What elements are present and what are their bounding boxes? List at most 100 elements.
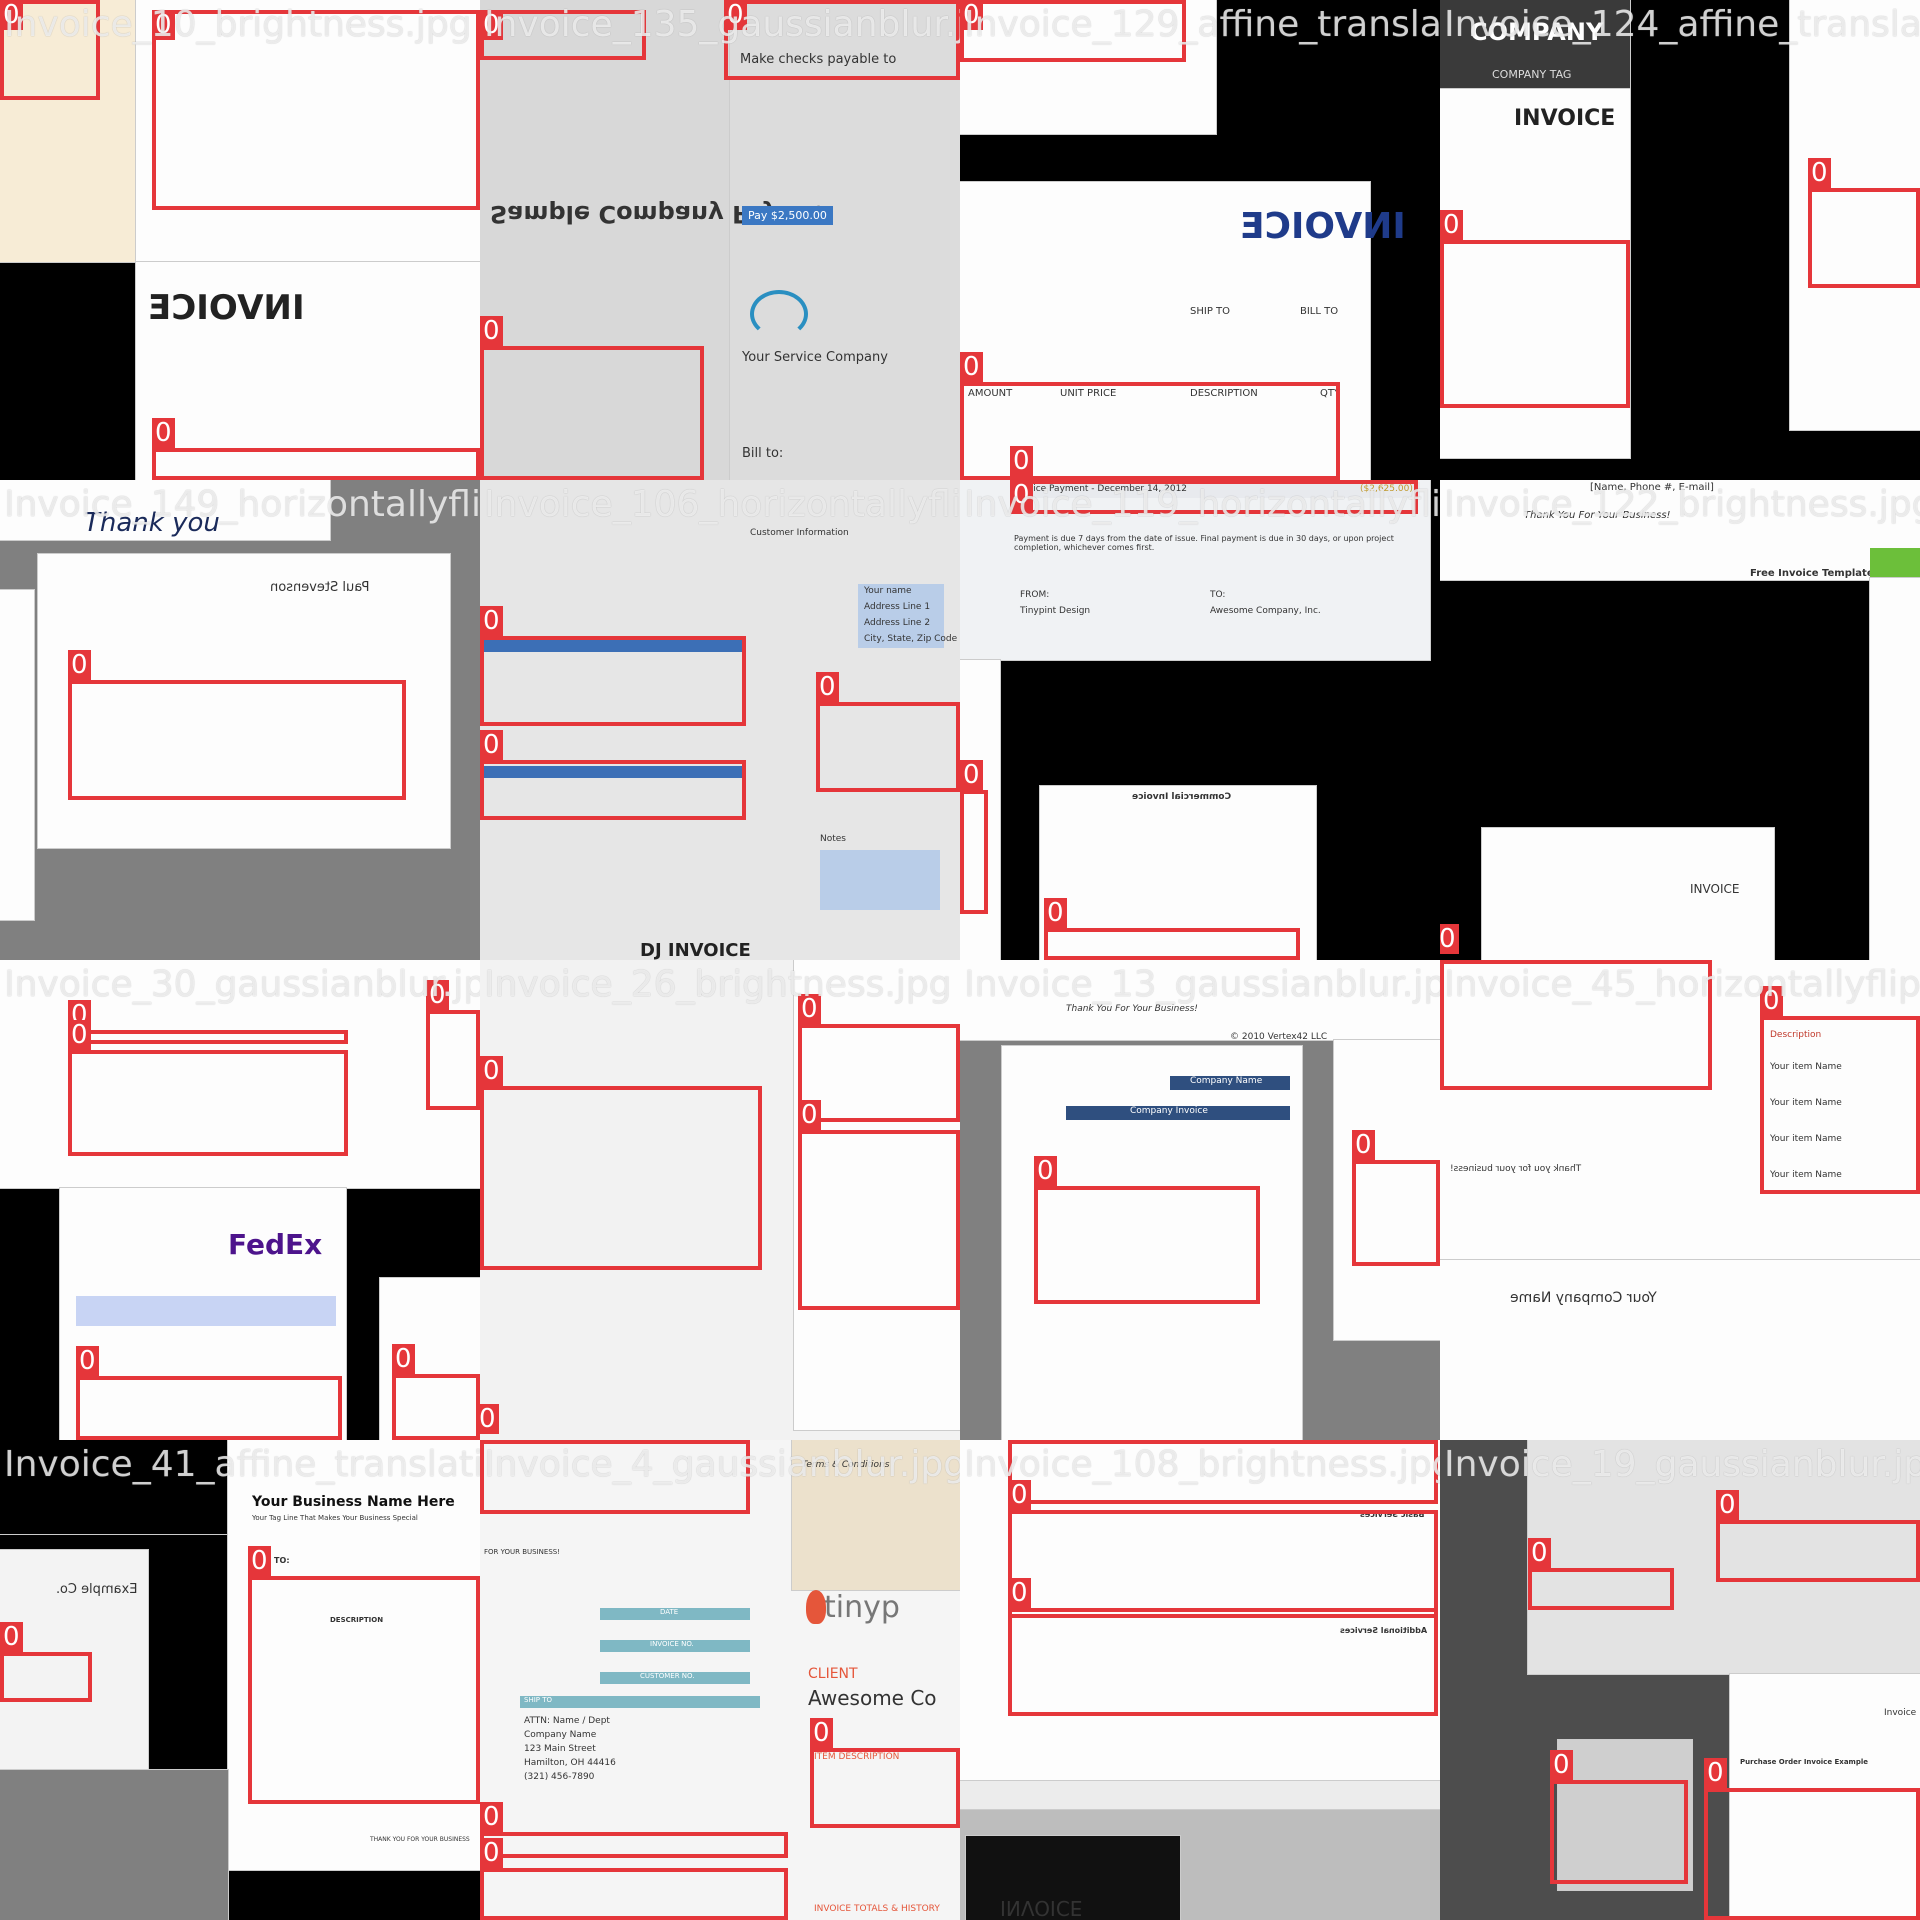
fedex-logo: FedEx: [228, 1228, 323, 1261]
bill-to: BILL TO: [1300, 306, 1339, 317]
box-label: 0: [1528, 1538, 1551, 1568]
box-label: 0: [1008, 1578, 1031, 1608]
from-company: Tinypint Design: [1020, 606, 1091, 616]
your-name: Your name: [864, 586, 912, 596]
box-label: 0: [480, 10, 503, 40]
business-tagline: Your Tag Line That Makes Your Business S…: [252, 1514, 418, 1522]
green-band: [1870, 548, 1920, 578]
contact-placeholder: [Name, Phone #, E-mail]: [1590, 482, 1714, 493]
pay-button[interactable]: Pay $2,500.00: [742, 206, 833, 225]
detection-box: 0: [1716, 1490, 1920, 1582]
box-label: 0: [152, 10, 175, 40]
box-label: 0: [798, 994, 821, 1024]
detection-box: 0: [480, 1440, 750, 1514]
detection-box: 0: [76, 1346, 342, 1440]
detection-box: 0: [724, 0, 960, 80]
box-label: 0: [1440, 210, 1463, 240]
detection-box: 0: [0, 0, 100, 100]
box-label: 0: [960, 352, 983, 382]
detection-box: 0: [426, 980, 480, 1110]
box-label: 0: [392, 1344, 415, 1374]
street: 123 Main Street: [524, 1744, 596, 1754]
box-label: 0: [816, 672, 839, 702]
box-label: 0: [480, 316, 503, 346]
box-label: 0: [810, 1718, 833, 1748]
detection-box: 0: [480, 606, 746, 726]
box-label: 0: [1704, 1758, 1727, 1788]
tile-14: Basic Services Additional Services INVOI…: [960, 1440, 1440, 1920]
box-label: 0: [480, 1802, 503, 1832]
invoice-label: INVOICE: [1690, 882, 1740, 896]
address-line-2: Address Line 2: [864, 618, 931, 628]
bill-to: Bill to:: [742, 446, 784, 461]
notes-block: [820, 850, 940, 910]
to-label: TO:: [1210, 590, 1226, 600]
thank-you-mirrored: Thank you for your business!: [1450, 1164, 1582, 1174]
tile-5: Your name Address Line 1 Address Line 2 …: [480, 480, 960, 960]
box-label: 0: [724, 0, 747, 30]
box-label: 0: [152, 418, 175, 448]
paper: [0, 590, 34, 920]
detection-box: 0: [1440, 210, 1630, 408]
box-label: 0: [248, 1546, 271, 1576]
commercial-invoice: Commercial Invoice: [1132, 792, 1232, 802]
ship-to: SHIP TO: [1190, 306, 1231, 317]
detection-box: 0: [68, 650, 406, 800]
detection-box: 0: [1760, 986, 1920, 1194]
customer-name-mirrored: Paul Stevenson: [270, 580, 370, 595]
tile-10: Thank You For Your Business! © 2010 Vert…: [960, 960, 1440, 1440]
tile-9: Invoice_26_brightness.jpg 0 0 0 0: [480, 960, 960, 1440]
box-label: 0: [960, 760, 983, 790]
box-label: 0: [960, 0, 983, 30]
box-label: 0: [480, 1838, 503, 1868]
detection-box: 0: [1008, 1480, 1438, 1618]
detection-box: 0: [1528, 1538, 1674, 1610]
box-label: 0: [426, 980, 449, 1010]
tile-0: INVOICE Invoice_10_brightness.jpg 0 0 0: [0, 0, 480, 480]
thank-you-footer: THANK YOU FOR YOUR BUSINESS: [370, 1836, 470, 1843]
detection-box: 0: [810, 1718, 960, 1828]
detection-box: 0: [1044, 898, 1300, 960]
date-label: DATE: [660, 1608, 679, 1616]
tile-15: Purchase Order Invoice Example Invoice I…: [1440, 1440, 1920, 1920]
detection-box: 0: [1010, 480, 1418, 514]
detection-box: 0: [480, 10, 646, 60]
customer-info: Customer Information: [750, 528, 849, 538]
detection-box: 0: [816, 672, 960, 792]
detection-box: 0: [798, 1100, 960, 1310]
box-label: 0: [480, 1404, 499, 1434]
client-label: CLIENT: [808, 1666, 858, 1682]
mosaic-grid: INVOICE Invoice_10_brightness.jpg 0 0 0 …: [0, 0, 1920, 1920]
tile-4: Thank you Paul Stevenson Invoice_149_hor…: [0, 480, 480, 960]
from-label: FROM:: [1020, 590, 1050, 600]
detection-box: 0: [480, 1056, 762, 1270]
detection-box: 0: [68, 1020, 348, 1156]
paper: [960, 960, 1440, 1040]
box-label: 0: [480, 606, 503, 636]
paper: [1440, 1260, 1920, 1440]
tile-3: COMPANY COMPANY TAG INVOICE Invoice_124_…: [1440, 0, 1920, 480]
dj-invoice-title: DJ INVOICE: [640, 940, 751, 960]
invoice-title: INVOICE: [1514, 106, 1616, 131]
company-name: COMPANY: [1470, 18, 1604, 46]
box-label: 0: [480, 730, 503, 760]
invoice-no-label: INVOICE NO.: [650, 1640, 694, 1648]
file-label: Invoice_106_horizontallyflip.jpg: [484, 484, 960, 525]
invoice-title-mirrored: INVOICE: [148, 288, 305, 328]
detection-box: 0: [960, 0, 1186, 62]
attn: ATTN: Name / Dept: [524, 1716, 610, 1726]
box-label: 0: [480, 1056, 503, 1086]
box-label: 0: [798, 1100, 821, 1130]
box-label: 0: [0, 0, 23, 30]
service-logo-icon: [750, 290, 808, 338]
detection-box: 0: [798, 994, 960, 1122]
company-name: Company Name: [1190, 1076, 1263, 1086]
info-band: [76, 1296, 336, 1326]
tile-13: Terms & Conditions FOR YOUR BUSINESS! DA…: [480, 1440, 960, 1920]
box-label: 0: [1440, 924, 1459, 954]
tile-8: FedEx Invoice_30_gaussianblur.jpg 0 0 0 …: [0, 960, 480, 1440]
box-label: 0: [1550, 1750, 1573, 1780]
detection-box: 0: [1550, 1750, 1688, 1884]
box-label: 0: [1760, 986, 1783, 1016]
box-label: 0: [68, 650, 91, 680]
